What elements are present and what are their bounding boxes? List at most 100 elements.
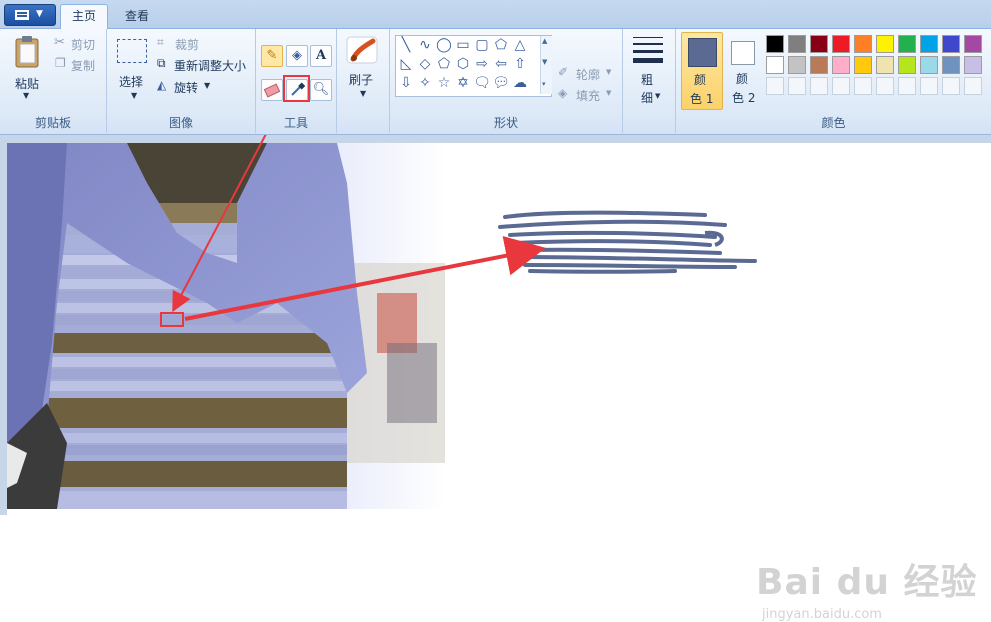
outline-pen-icon: ✐ — [558, 65, 569, 79]
palette-swatch[interactable] — [766, 35, 784, 53]
right-triangle-shape-icon[interactable]: ◺ — [396, 56, 416, 72]
image-group-label: 图像 — [168, 116, 193, 130]
color2-button[interactable]: 颜 色 2 — [725, 32, 761, 108]
scroll-up-icon[interactable]: ▲ — [542, 37, 547, 45]
palette-swatch[interactable] — [854, 56, 872, 74]
palette-swatch[interactable] — [876, 56, 894, 74]
rectangle-shape-icon[interactable]: ▭ — [453, 37, 473, 53]
down-arrow-shape-icon[interactable]: ⇩ — [396, 75, 416, 91]
size-group: 粗 细 ▼ — [623, 29, 676, 133]
copy-icon: ❐ — [55, 56, 66, 70]
hexagon-shape-icon[interactable]: ⬡ — [453, 56, 473, 72]
palette-swatch[interactable] — [898, 56, 916, 74]
palette-swatch[interactable] — [920, 56, 938, 74]
outline-button[interactable]: ✐ 轮廓 ▼ — [558, 65, 618, 83]
chevron-down-icon: ▼ — [23, 91, 30, 100]
custom-color-slot[interactable] — [898, 77, 916, 95]
color1-button[interactable]: 颜 色 1 — [681, 32, 723, 110]
up-arrow-shape-icon[interactable]: ⇧ — [510, 56, 530, 72]
cut-label: 剪切 — [71, 38, 96, 52]
palette-swatch[interactable] — [788, 35, 806, 53]
scroll-down-icon[interactable]: ▼ — [542, 58, 547, 66]
shapes-scrollbar[interactable]: ▲ ▼ ▾ — [540, 36, 552, 94]
custom-color-slot[interactable] — [832, 77, 850, 95]
clipboard-group: 粘贴 ▼ ✂ 剪切 ❐ 复制 剪贴板 — [0, 29, 107, 133]
custom-color-slot[interactable] — [854, 77, 872, 95]
palette-swatch[interactable] — [942, 35, 960, 53]
palette-swatch[interactable] — [876, 35, 894, 53]
tool-highlight-box — [283, 75, 310, 102]
palette-swatch[interactable] — [942, 56, 960, 74]
gallery-expand-icon[interactable]: ▾ — [542, 80, 546, 88]
five-point-star-shape-icon[interactable]: ☆ — [434, 75, 454, 91]
oval-callout-shape-icon[interactable]: 💬︎ — [491, 75, 511, 91]
text-tool[interactable]: A — [310, 45, 332, 67]
palette-swatch[interactable] — [832, 56, 850, 74]
eraser-tool[interactable] — [261, 79, 283, 101]
size-label-bottom: 细 — [641, 91, 654, 105]
paint-menu-button[interactable]: ▼ — [4, 4, 56, 26]
fill-tool[interactable]: ◈ — [286, 45, 308, 67]
line-shape-icon[interactable]: ╲ — [396, 37, 416, 53]
palette-swatch[interactable] — [810, 56, 828, 74]
palette-swatch[interactable] — [832, 35, 850, 53]
custom-color-slot[interactable] — [920, 77, 938, 95]
shapes-gallery: ╲ ∿ ◯ ▭ ▢ ⬠ △ ◺ ◇ ⬠ ⬡ ⇨ ⇦ ⇧ ⇩ ✧ ☆ ✡ 🗨︎ 💬… — [395, 35, 552, 97]
text-icon: A — [315, 48, 327, 63]
four-point-star-shape-icon[interactable]: ✧ — [415, 75, 435, 91]
crop-button[interactable]: ⌗ 裁剪 — [157, 35, 217, 53]
size-button[interactable]: 粗 细 ▼ — [627, 33, 671, 107]
palette-swatch[interactable] — [920, 35, 938, 53]
right-arrow-shape-icon[interactable]: ⇨ — [472, 56, 492, 72]
palette-swatch[interactable] — [964, 35, 982, 53]
custom-color-slot[interactable] — [766, 77, 784, 95]
colors-group-label: 颜色 — [821, 116, 846, 130]
brushes-button[interactable]: 刷子 ▼ — [343, 35, 383, 107]
polygon-shape-icon[interactable]: ⬠ — [491, 37, 511, 53]
annotation-arrows — [160, 135, 546, 327]
color2-label-top: 颜 — [736, 72, 749, 86]
magnifier-tool[interactable]: 🔍︎ — [310, 79, 332, 101]
palette-swatch[interactable] — [854, 35, 872, 53]
cut-button[interactable]: ✂ 剪切 — [54, 35, 104, 53]
rect-callout-shape-icon[interactable]: 🗨︎ — [472, 75, 492, 91]
tools-group: ✎ ◈ A 🔍︎ 工具 — [256, 29, 337, 133]
palette-swatch[interactable] — [810, 35, 828, 53]
shapes-group-label: 形状 — [493, 116, 518, 130]
custom-color-slot[interactable] — [942, 77, 960, 95]
copy-button[interactable]: ❐ 复制 — [54, 56, 104, 74]
rotate-button[interactable]: ◭ 旋转 ▼ — [157, 78, 227, 96]
pencil-tool[interactable]: ✎ — [261, 45, 283, 67]
color1-swatch — [688, 38, 717, 67]
custom-color-slot[interactable] — [788, 77, 806, 95]
fill-button[interactable]: ◈ 填充 ▼ — [558, 86, 618, 104]
custom-color-slot[interactable] — [876, 77, 894, 95]
copy-label: 复制 — [71, 59, 96, 73]
palette-swatch[interactable] — [964, 56, 982, 74]
palette-swatch[interactable] — [766, 56, 784, 74]
resize-button[interactable]: ⧉ 重新调整大小 — [157, 56, 253, 74]
custom-color-slot[interactable] — [810, 77, 828, 95]
oval-shape-icon[interactable]: ◯ — [434, 37, 454, 53]
color1-label-bottom: 色 1 — [690, 92, 714, 106]
curve-shape-icon[interactable]: ∿ — [415, 37, 435, 53]
crop-icon: ⌗ — [157, 35, 164, 49]
triangle-shape-icon[interactable]: △ — [510, 37, 530, 53]
paste-button[interactable]: 粘贴 ▼ — [8, 33, 48, 105]
tab-view[interactable]: 查看 — [114, 5, 160, 27]
left-arrow-shape-icon[interactable]: ⇦ — [491, 56, 511, 72]
tab-home[interactable]: 主页 — [60, 4, 108, 29]
cloud-callout-shape-icon[interactable]: ☁ — [510, 75, 530, 91]
rounded-rectangle-shape-icon[interactable]: ▢ — [472, 37, 492, 53]
select-button[interactable]: 选择 ▼ — [113, 37, 153, 105]
pencil-icon: ✎ — [266, 48, 278, 63]
custom-color-slot[interactable] — [964, 77, 982, 95]
diamond-shape-icon[interactable]: ◇ — [415, 56, 435, 72]
palette-swatch[interactable] — [898, 35, 916, 53]
watermark-url: jingyan.baidu.com — [762, 607, 882, 622]
six-point-star-shape-icon[interactable]: ✡ — [453, 75, 473, 91]
resize-label: 重新调整大小 — [174, 59, 247, 73]
clipboard-group-label: 剪贴板 — [34, 116, 71, 130]
pentagon-shape-icon[interactable]: ⬠ — [434, 56, 454, 72]
palette-swatch[interactable] — [788, 56, 806, 74]
